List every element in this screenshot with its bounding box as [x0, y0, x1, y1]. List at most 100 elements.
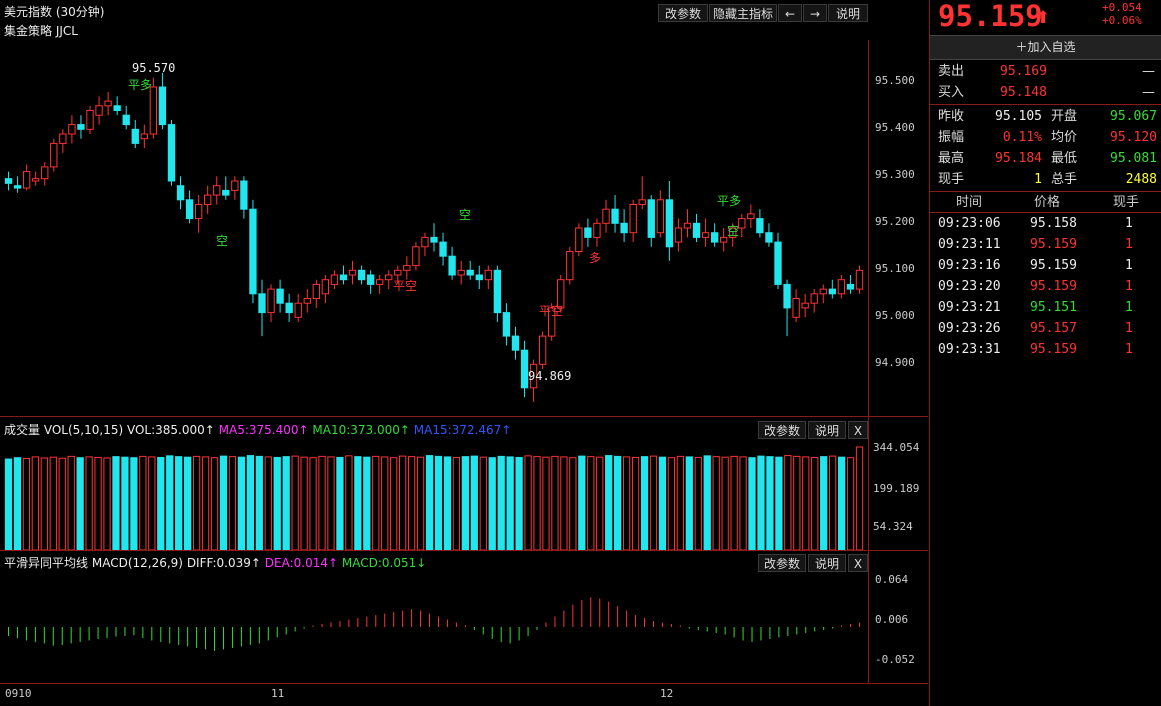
- volume-bar: [784, 455, 792, 550]
- volume-change-params-button[interactable]: 改参数: [758, 421, 806, 439]
- scroll-left-button[interactable]: ←: [778, 4, 802, 22]
- tick-price: 95.159: [1030, 258, 1077, 273]
- volume-bar: [757, 455, 765, 550]
- candle-body: [638, 199, 646, 206]
- candle-body: [303, 298, 311, 304]
- add-watchlist-label: 加入自选: [1027, 40, 1076, 54]
- volume-bar: [748, 457, 756, 550]
- candle-body: [149, 86, 158, 135]
- volume-bar: [578, 455, 586, 550]
- candle-body: [656, 199, 664, 234]
- price-change: +0.054: [1102, 1, 1142, 14]
- volume-bar: [237, 456, 246, 550]
- macd-tick: 0.064: [875, 573, 909, 586]
- bid-price: 95.148: [1000, 85, 1047, 100]
- candle-body: [747, 213, 755, 220]
- candle-body: [140, 133, 148, 140]
- tick-volume: 1: [1125, 321, 1133, 336]
- volume-bar: [49, 456, 57, 550]
- stat-label: 最低: [1051, 151, 1078, 166]
- change-params-button[interactable]: 改参数: [658, 4, 708, 22]
- candle-body: [22, 171, 31, 189]
- help-button[interactable]: 说明: [828, 4, 868, 22]
- volume-bar: [846, 457, 855, 550]
- candle-body: [330, 274, 339, 285]
- volume-bar: [210, 457, 219, 550]
- volume-ma15: MA15:372.467↑: [413, 423, 512, 437]
- macd-change-params-button[interactable]: 改参数: [758, 554, 806, 572]
- candle-body: [59, 133, 67, 144]
- volume-bar: [551, 455, 559, 550]
- volume-bar: [67, 455, 75, 550]
- candle-body: [783, 283, 791, 309]
- signal-short: 空: [727, 224, 740, 238]
- volume-close-button[interactable]: X: [848, 421, 868, 439]
- volume-bar: [130, 457, 138, 550]
- volume-bar: [811, 456, 819, 550]
- signal-close-short: 平空: [539, 304, 564, 318]
- volume-params: VOL(5,10,15): [43, 423, 124, 437]
- macd-dea: DEA:0.014↑: [264, 556, 339, 570]
- macd-params: MACD(12,26,9): [91, 556, 183, 570]
- macd-chart[interactable]: [0, 571, 868, 683]
- volume-bar: [76, 457, 84, 550]
- volume-bar: [640, 456, 649, 550]
- hide-main-indicator-button[interactable]: 隐藏主指标: [709, 4, 777, 22]
- tick-row: 09:23:31 95.159 1: [930, 339, 1161, 360]
- candle-body: [575, 227, 583, 252]
- price-tick: 95.400: [875, 121, 915, 134]
- macd-close-button[interactable]: X: [848, 554, 868, 572]
- volume-bar: [103, 457, 111, 550]
- time-label: 0910: [5, 687, 32, 700]
- candle-body: [312, 283, 320, 299]
- volume-bar: [291, 455, 299, 550]
- volume-bar: [246, 455, 254, 550]
- macd-help-button[interactable]: 说明: [808, 554, 846, 572]
- tick-time: 09:23:06: [938, 216, 1001, 231]
- volume-bar: [58, 457, 66, 550]
- signal-long: 多: [589, 251, 602, 265]
- candle-body: [801, 302, 809, 309]
- time-axis: 0910 11 12: [0, 684, 928, 706]
- volume-chart[interactable]: [0, 441, 868, 550]
- scroll-right-button[interactable]: →: [803, 4, 827, 22]
- volume-bar: [488, 457, 496, 550]
- stat-label: 振幅: [938, 130, 965, 145]
- ticks-header-time: 时间: [956, 195, 983, 210]
- candle-body: [267, 288, 275, 314]
- volume-bar: [479, 456, 487, 550]
- candle-body: [421, 236, 429, 248]
- time-label: 12: [660, 687, 674, 700]
- volume-bar: [793, 455, 801, 550]
- volume-bar: [363, 456, 371, 550]
- volume-bar: [336, 456, 344, 550]
- macd-panel: 平滑异同平均线 MACD(12,26,9) DIFF:0.039↑ DEA:0.…: [0, 551, 928, 683]
- volume-bar: [273, 456, 281, 550]
- volume-value: VOL:385.000↑: [126, 423, 215, 437]
- candle-body: [68, 124, 76, 135]
- candle-body: [394, 269, 402, 276]
- volume-bar: [766, 456, 774, 550]
- ticks-header-vol: 现手: [1113, 195, 1140, 210]
- volume-help-button[interactable]: 说明: [808, 421, 846, 439]
- volume-bar: [443, 456, 452, 550]
- candle-body: [439, 241, 447, 257]
- candle-body: [240, 180, 248, 210]
- tick-time: 09:23:31: [938, 342, 1001, 357]
- candle-body: [122, 114, 130, 126]
- stat-value: 2488: [1125, 172, 1157, 187]
- volume-bar: [855, 446, 864, 550]
- candle-body: [593, 222, 601, 238]
- volume-bar: [300, 456, 308, 550]
- volume-ma10: MA10:373.000↑: [312, 423, 410, 437]
- volume-bar: [739, 456, 747, 550]
- add-watchlist-button[interactable]: ＋加入自选: [930, 35, 1161, 60]
- stat-value: 95.184: [995, 151, 1042, 166]
- strategy-label: 集金策略 JJCL: [4, 24, 78, 38]
- macd-header: 平滑异同平均线 MACD(12,26,9) DIFF:0.039↑ DEA:0.…: [4, 554, 426, 571]
- volume-bar: [4, 458, 13, 550]
- stat-label: 总手: [1051, 172, 1078, 187]
- candle-body: [95, 105, 103, 116]
- volume-panel: 成交量 VOL(5,10,15) VOL:385.000↑ MA5:375.40…: [0, 417, 928, 550]
- candle-body: [430, 236, 438, 243]
